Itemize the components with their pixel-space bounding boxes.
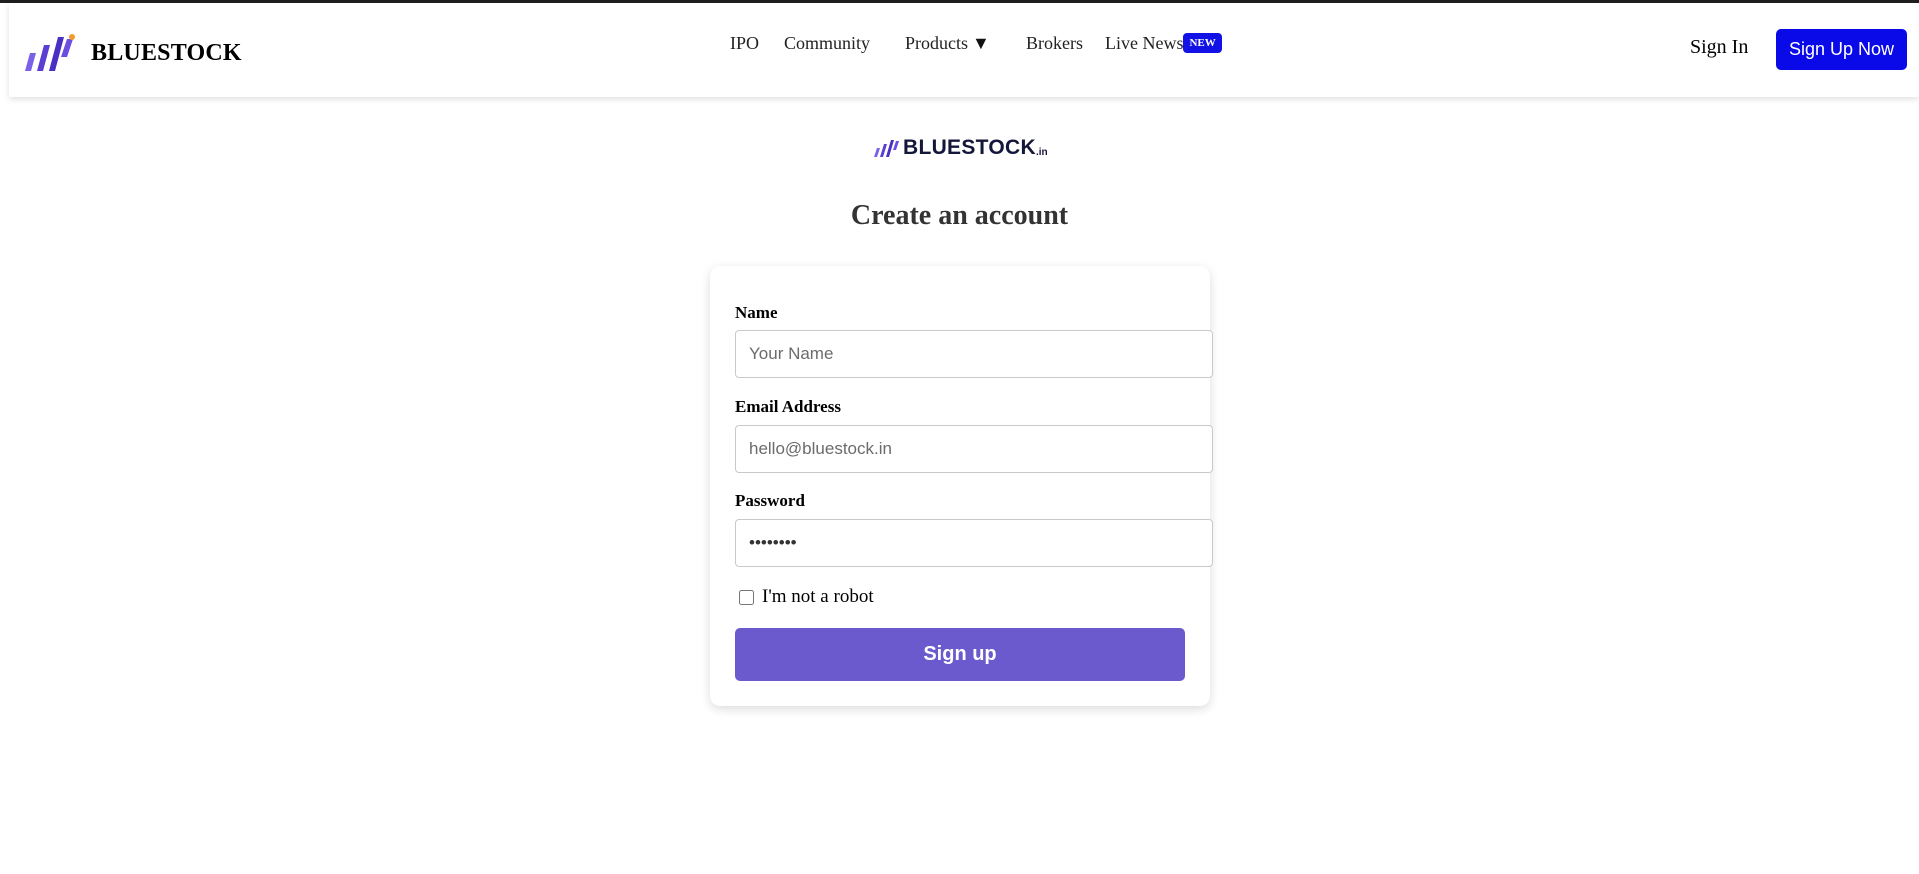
center-logo-text: BLUESTOCK (903, 136, 1036, 159)
sign-in-link[interactable]: Sign In (1690, 36, 1748, 59)
caret-down-icon: ▼ (972, 33, 990, 53)
nav-community[interactable]: Community (784, 29, 870, 57)
nav-live-news-label: Live News (1105, 33, 1184, 53)
password-label: Password (735, 491, 805, 510)
main-nav: IPO Community Products ▼ Brokers Live New… (0, 29, 1919, 59)
name-label: Name (735, 303, 778, 322)
nav-products[interactable]: Products ▼ (905, 29, 990, 57)
page-title: Create an account (850, 200, 1069, 231)
bluestock-mark-icon (874, 140, 899, 157)
name-input[interactable] (735, 330, 1213, 378)
robot-label: I'm not a robot (762, 586, 874, 607)
email-label: Email Address (735, 397, 841, 416)
captcha-row: I'm not a robot (735, 586, 874, 608)
nav-brokers[interactable]: Brokers (1026, 29, 1083, 57)
sign-up-now-button[interactable]: Sign Up Now (1776, 29, 1907, 70)
nav-live-news[interactable]: Live News NEW (1105, 29, 1222, 57)
center-logo: BLUESTOCK .in (873, 136, 1048, 160)
email-input[interactable] (735, 425, 1213, 473)
signup-form: Name Email Address Password I'm not a ro… (710, 266, 1213, 706)
sign-up-button[interactable]: Sign up (735, 628, 1185, 681)
center-logo-suffix: .in (1036, 147, 1048, 158)
new-badge: NEW (1183, 33, 1222, 53)
nav-ipo[interactable]: IPO (730, 29, 759, 57)
password-input[interactable] (735, 519, 1213, 567)
nav-products-label: Products (905, 33, 968, 53)
robot-checkbox[interactable] (739, 589, 754, 605)
